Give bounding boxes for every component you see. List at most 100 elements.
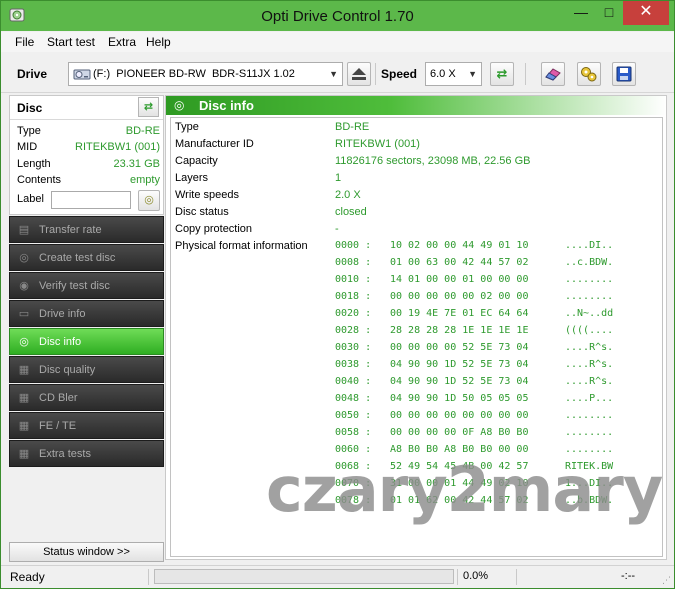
extra-tests-icon: ▦ xyxy=(18,448,30,460)
menu-start-test[interactable]: Start test xyxy=(47,35,95,49)
info-value: BD-RE xyxy=(335,121,370,133)
hex-offset: 0010 : xyxy=(335,274,372,285)
disc-field-value: BD-RE xyxy=(125,125,160,137)
progress-bar xyxy=(154,569,454,584)
hex-bytes: 04 90 90 1D 52 5E 73 04 xyxy=(390,376,529,387)
chevron-down-icon: ▼ xyxy=(468,69,477,79)
nav-verify-test-disc[interactable]: ◉ Verify test disc xyxy=(9,272,164,299)
info-key: Disc status xyxy=(175,206,229,218)
optical-drive-icon xyxy=(73,69,91,80)
info-key: Type xyxy=(175,121,199,133)
chevron-down-icon: ▼ xyxy=(329,69,338,79)
hex-bytes: 04 90 90 1D 50 05 05 05 xyxy=(390,393,529,404)
disc-field-value: 23.31 GB xyxy=(113,158,160,170)
disc-field-key: Contents xyxy=(17,174,62,186)
hex-row: 0058 : 00 00 00 00 0F A8 B0 B0........ xyxy=(335,427,662,443)
toolbar: Drive (F:) PIONEER BD-RW BDR-S11JX 1.02 … xyxy=(1,53,674,93)
nav-label: Disc quality xyxy=(39,364,96,376)
hex-offset: 0000 : xyxy=(335,240,372,251)
title-bar[interactable]: Opti Drive Control 1.70 — □ ✕ xyxy=(1,1,674,31)
gears-icon xyxy=(581,67,597,82)
hex-bytes: 28 28 28 28 1E 1E 1E 1E xyxy=(390,325,529,336)
info-row: Manufacturer ID RITEKBW1 (001) xyxy=(175,138,655,154)
refresh-speed-button[interactable]: ⇄ xyxy=(490,62,514,86)
disc-icon: ◎ xyxy=(144,194,154,206)
hex-ascii: ..c.BDW. xyxy=(565,257,614,268)
cd-bler-icon: ▦ xyxy=(18,392,30,404)
menu-extra[interactable]: Extra xyxy=(108,35,136,49)
status-window-button[interactable]: Status window >> xyxy=(9,542,164,562)
speed-select[interactable]: 6.0 X ▼ xyxy=(425,62,482,86)
nav-cd-bler[interactable]: ▦ CD Bler xyxy=(9,384,164,411)
disc-info-icon: ◎ xyxy=(19,336,29,348)
quality-icon: ▦ xyxy=(18,364,30,376)
close-button[interactable]: ✕ xyxy=(623,1,669,25)
save-button[interactable] xyxy=(612,62,636,86)
hex-row: 0040 : 04 90 90 1D 52 5E 73 04 ....R^s. xyxy=(335,376,662,392)
maximize-button[interactable]: □ xyxy=(595,1,623,25)
menu-bar: File Start test Extra Help xyxy=(1,32,674,52)
info-key: Copy protection xyxy=(175,223,253,235)
status-separator xyxy=(457,569,458,585)
disc-field-length: Length 23.31 GB xyxy=(17,158,160,174)
nav-disc-info[interactable]: ◎ Disc info xyxy=(9,328,164,355)
disc-field-contents: Contents empty xyxy=(17,174,160,190)
menu-help[interactable]: Help xyxy=(146,35,171,49)
hex-bytes: 14 01 00 00 01 00 00 00 xyxy=(390,274,529,285)
hex-ascii: ((((.... xyxy=(565,325,614,336)
settings-button[interactable] xyxy=(577,62,601,86)
eject-button[interactable] xyxy=(347,62,371,86)
hex-ascii: ....DI.. xyxy=(565,240,614,251)
minimize-button[interactable]: — xyxy=(567,1,595,25)
hex-bytes: 00 00 00 00 00 00 00 00 xyxy=(390,410,529,421)
resize-grip-icon[interactable]: ⋰ xyxy=(662,575,671,586)
nav-fe-te[interactable]: ▦ FE / TE xyxy=(9,412,164,439)
app-window: Opti Drive Control 1.70 — □ ✕ File Start… xyxy=(0,0,675,589)
disc-refresh-button[interactable]: ⇄ xyxy=(138,97,159,117)
hex-offset: 0018 : xyxy=(335,291,372,302)
disc-label-input[interactable] xyxy=(51,191,131,209)
info-row: Copy protection - xyxy=(175,223,655,239)
menu-file[interactable]: File xyxy=(15,35,34,49)
hex-ascii: ........ xyxy=(565,291,614,302)
disc-field-value: RITEKBW1 (001) xyxy=(75,141,160,153)
disc-field-key: Type xyxy=(17,125,41,137)
hex-row: 0008 : 01 00 63 00 42 44 57 02 ..c.BDW. xyxy=(335,257,662,273)
info-value: - xyxy=(335,223,339,235)
nav-create-test-disc[interactable]: ◎ Create test disc xyxy=(9,244,164,271)
nav-label: Transfer rate xyxy=(39,224,102,236)
hex-offset: 0020 : xyxy=(335,308,372,319)
info-key: Capacity xyxy=(175,155,218,167)
nav-disc-quality[interactable]: ▦ Disc quality xyxy=(9,356,164,383)
info-value: 1 xyxy=(335,172,342,184)
drive-select-value: (F:) PIONEER BD-RW BDR-S11JX 1.02 xyxy=(93,68,295,80)
hex-bytes: 00 19 4E 7E 01 EC 64 64 xyxy=(390,308,529,319)
info-row: Write speeds 2.0 X xyxy=(175,189,655,205)
nav-label: Drive info xyxy=(39,308,86,320)
nav-transfer-rate[interactable]: ▤ Transfer rate xyxy=(9,216,164,243)
nav-label: Create test disc xyxy=(39,252,116,264)
hex-row: 0050 : 00 00 00 00 00 00 00 00........ xyxy=(335,410,662,426)
erase-button[interactable] xyxy=(541,62,565,86)
nav-extra-tests[interactable]: ▦ Extra tests xyxy=(9,440,164,467)
info-row: Layers 1 xyxy=(175,172,655,188)
hex-bytes: 04 90 90 1D 52 5E 73 04 xyxy=(390,359,529,370)
status-separator xyxy=(148,569,149,585)
hex-offset: 0008 : xyxy=(335,257,372,268)
hex-row: 0048 : 04 90 90 1D 50 05 05 05 ....P... xyxy=(335,393,662,409)
floppy-disk-icon xyxy=(616,66,632,82)
hex-row: 0020 : 00 19 4E 7E 01 EC 64 64 ..N~..dd xyxy=(335,308,662,324)
info-value: RITEKBW1 (001) xyxy=(335,138,420,150)
disc-field-value: empty xyxy=(130,174,160,186)
hex-bytes: 01 00 63 00 42 44 57 02 xyxy=(390,257,529,268)
chart-icon: ▤ xyxy=(18,224,30,236)
sidebar: Disc ⇄ Type BD-RE MID RITEKBW1 (001) Len… xyxy=(9,95,164,565)
watermark: czary2mary xyxy=(266,453,663,526)
status-bar: Ready 0.0% -:-- ⋰ xyxy=(1,565,674,588)
info-value: closed xyxy=(335,206,367,218)
nav-drive-info[interactable]: ▭ Drive info xyxy=(9,300,164,327)
drive-select[interactable]: (F:) PIONEER BD-RW BDR-S11JX 1.02 ▼ xyxy=(68,62,343,86)
disc-label-button[interactable]: ◎ xyxy=(138,190,160,211)
hex-offset: 0050 : xyxy=(335,410,372,421)
speed-label: Speed xyxy=(381,67,418,81)
